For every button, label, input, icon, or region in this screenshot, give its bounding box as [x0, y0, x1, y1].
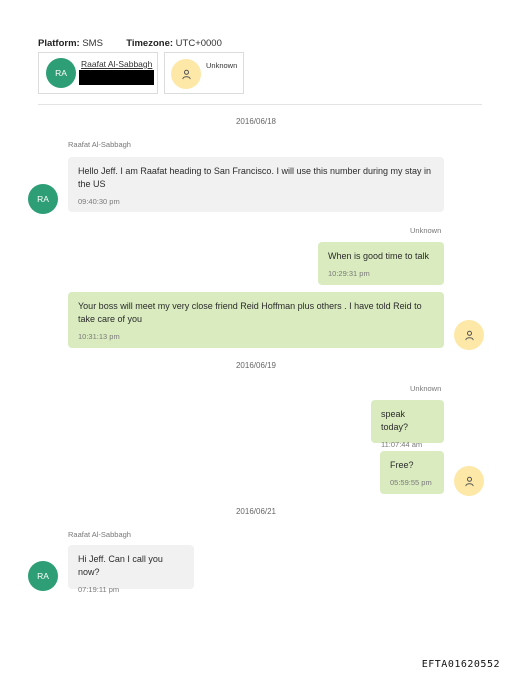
message-time: 09:40:30 pm [78, 197, 120, 206]
message-sender: Unknown [410, 226, 442, 235]
person-icon [464, 330, 474, 340]
message-bubble: Your boss will meet my very close friend… [68, 292, 444, 348]
document-id: EFTA01620552 [421, 659, 500, 670]
message-text: Your boss will meet my very close friend… [78, 301, 422, 324]
message-bubble: Hi Jeff. Can I call you now? 07:19:11 pm [68, 545, 194, 594]
platform-value: SMS [82, 38, 103, 49]
conversation-metadata: Platform: SMS Timezone: UTC+0000 [38, 38, 222, 49]
date-separator: 2016/06/19 [235, 361, 277, 370]
avatar: RA [28, 184, 58, 214]
message-bubble: Free? 05:59:55 pm [380, 451, 444, 494]
avatar: RA [46, 58, 76, 88]
message-sender: Raafat Al-Sabbagh [68, 530, 131, 539]
message-time: 05:59:55 pm [390, 478, 432, 487]
message-time: 07:19:11 pm [78, 585, 120, 594]
message-sender: Raafat Al-Sabbagh [68, 140, 131, 149]
message-text: Free? [390, 460, 414, 470]
platform-label: Platform: [38, 38, 80, 49]
message-text: When is good time to talk [328, 251, 430, 261]
person-icon [464, 476, 474, 486]
date-separator: 2016/06/21 [235, 507, 277, 516]
avatar [454, 466, 484, 496]
participant-name: Unknown [206, 61, 238, 70]
person-icon [181, 69, 191, 79]
avatar: RA [28, 561, 58, 591]
timezone-label: Timezone: [126, 38, 174, 49]
message-time: 10:31:13 pm [78, 332, 120, 341]
message-bubble: When is good time to talk 10:29:31 pm [318, 242, 444, 285]
message-time: 10:29:31 pm [328, 269, 370, 278]
participant-name: Raafat Al-Sabbagh [81, 59, 153, 69]
date-separator: 2016/06/18 [235, 117, 277, 126]
message-sender: Unknown [410, 384, 442, 393]
message-time: 11:07:44 am [381, 440, 423, 449]
message-text: Hi Jeff. Can I call you now? [78, 554, 163, 577]
header-divider [38, 104, 482, 105]
participant-card-unknown: Unknown [164, 52, 244, 94]
message-text: Hello Jeff. I am Raafat heading to San F… [78, 166, 431, 189]
avatar [171, 59, 201, 89]
message-bubble: Hello Jeff. I am Raafat heading to San F… [68, 157, 444, 212]
redaction-box [79, 70, 154, 85]
timezone-value: UTC+0000 [175, 38, 222, 49]
message-bubble: speak today? 11:07:44 am [371, 400, 444, 449]
avatar [454, 320, 484, 350]
participant-card-raafat: RA Raafat Al-Sabbagh [38, 52, 158, 94]
message-text: speak today? [381, 409, 409, 432]
